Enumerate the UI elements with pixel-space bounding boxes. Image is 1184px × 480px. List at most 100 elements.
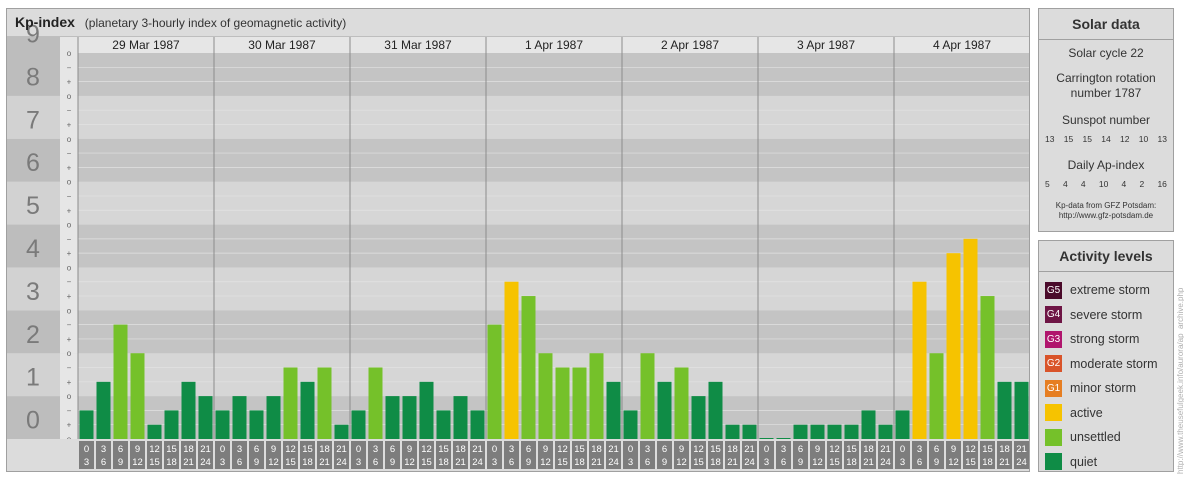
y-tick-label: 6 — [26, 149, 40, 177]
minor-band — [60, 353, 78, 397]
plot-band — [78, 181, 1029, 225]
hour-tick-end: 21 — [727, 457, 738, 468]
kp-bar — [164, 410, 179, 439]
kp-bar — [215, 410, 230, 439]
sunspot-value: 12 — [1120, 134, 1130, 144]
day-label: 1 Apr 1987 — [525, 38, 583, 52]
hour-tick-end: 6 — [917, 457, 922, 468]
kp-bar — [844, 424, 859, 439]
hour-tick-end: 15 — [557, 457, 568, 468]
minor-band — [60, 224, 78, 268]
watermark: http://www.theusefulgeek.info/aurora/ap_… — [1176, 287, 1184, 474]
activity-level-row: active — [1039, 401, 1173, 426]
y-tick-label: 7 — [26, 106, 40, 134]
hour-tick-end: 6 — [781, 457, 786, 468]
hour-tick-start: 9 — [679, 444, 684, 455]
hour-tick-start: 21 — [336, 444, 347, 455]
hour-tick-start: 18 — [455, 444, 466, 455]
hour-tick-end: 18 — [710, 457, 721, 468]
kp-bar — [623, 410, 638, 439]
hour-tick-end: 12 — [132, 457, 143, 468]
kp-bar — [555, 367, 570, 439]
kp-bar — [708, 381, 723, 439]
y-minor-tick: o — [67, 135, 72, 144]
hour-tick-start: 0 — [764, 444, 769, 455]
hour-tick-end: 9 — [526, 457, 531, 468]
ap-value: 4 — [1080, 179, 1086, 189]
y-minor-tick: o — [67, 306, 72, 315]
hour-tick-start: 6 — [254, 444, 259, 455]
hour-tick-end: 24 — [336, 457, 347, 468]
kp-bar — [130, 353, 145, 439]
y-minor-tick: + — [67, 421, 72, 430]
y-tick-label: 5 — [26, 192, 40, 220]
hour-tick-end: 21 — [591, 457, 602, 468]
kp-bar — [232, 396, 247, 439]
activity-level-row: unsettled — [1039, 425, 1173, 450]
hour-tick-end: 3 — [84, 457, 89, 468]
hour-tick-start: 21 — [472, 444, 483, 455]
hour-tick-end: 15 — [829, 457, 840, 468]
plot-band — [78, 138, 1029, 182]
kp-bar — [351, 410, 366, 439]
level-swatch: G5 — [1045, 281, 1062, 299]
y-minor-tick: o — [67, 92, 72, 101]
kp-bar — [861, 410, 876, 439]
kp-bar — [912, 281, 927, 439]
level-swatch — [1045, 404, 1062, 422]
hour-tick-end: 3 — [628, 457, 633, 468]
hour-tick-start: 12 — [693, 444, 704, 455]
kp-bar — [725, 424, 740, 439]
hour-tick-end: 6 — [645, 457, 650, 468]
hour-tick-start: 15 — [710, 444, 721, 455]
y-minor-tick: o — [67, 178, 72, 187]
hour-tick-end: 21 — [455, 457, 466, 468]
hour-tick-start: 3 — [237, 444, 242, 455]
kp-bar — [657, 381, 672, 439]
hour-tick-start: 3 — [781, 444, 786, 455]
hour-tick-start: 6 — [118, 444, 123, 455]
sunspot-value: 14 — [1101, 134, 1111, 144]
minor-band — [60, 138, 78, 182]
minor-band — [60, 310, 78, 354]
kp-bar — [963, 238, 978, 439]
kp-bar — [1014, 381, 1029, 439]
hour-tick-start: 9 — [543, 444, 548, 455]
kp-bar — [980, 296, 995, 439]
hour-tick-end: 12 — [812, 457, 823, 468]
level-swatch: G3 — [1045, 330, 1062, 348]
y-minor-tick: + — [67, 78, 72, 87]
y-minor-tick: o — [67, 349, 72, 358]
hour-tick-end: 21 — [319, 457, 330, 468]
kp-bar — [504, 281, 519, 439]
hour-tick-end: 9 — [662, 457, 667, 468]
hour-tick-end: 24 — [472, 457, 483, 468]
y-minor-tick: − — [67, 192, 72, 201]
hour-tick-start: 18 — [319, 444, 330, 455]
day-label: 2 Apr 1987 — [661, 38, 719, 52]
hour-tick-start: 9 — [407, 444, 412, 455]
hour-tick-start: 18 — [727, 444, 738, 455]
kp-bar — [691, 396, 706, 439]
y-minor-tick: o — [67, 263, 72, 272]
y-tick-label: 1 — [26, 364, 40, 392]
level-label: severe storm — [1070, 307, 1143, 322]
hour-tick-start: 12 — [829, 444, 840, 455]
activity-level-row: G1 minor storm — [1039, 376, 1173, 401]
carrington-line2: number 1787 — [1070, 86, 1142, 100]
day-label: 29 Mar 1987 — [112, 38, 180, 52]
hour-tick-start: 15 — [846, 444, 857, 455]
hour-tick-start: 15 — [166, 444, 177, 455]
plot-band — [78, 224, 1029, 268]
y-tick-label: 8 — [26, 63, 40, 91]
hour-tick-start: 6 — [526, 444, 531, 455]
sunspot-label: Sunspot number — [1061, 113, 1151, 127]
hour-tick-end: 18 — [438, 457, 449, 468]
activity-level-row: quiet — [1039, 450, 1173, 475]
kp-bar — [929, 353, 944, 439]
hour-tick-end: 18 — [982, 457, 993, 468]
day-label: 30 Mar 1987 — [248, 38, 316, 52]
y-minor-tick: + — [67, 206, 72, 215]
kp-bar — [300, 381, 315, 439]
kp-bar — [793, 424, 808, 439]
